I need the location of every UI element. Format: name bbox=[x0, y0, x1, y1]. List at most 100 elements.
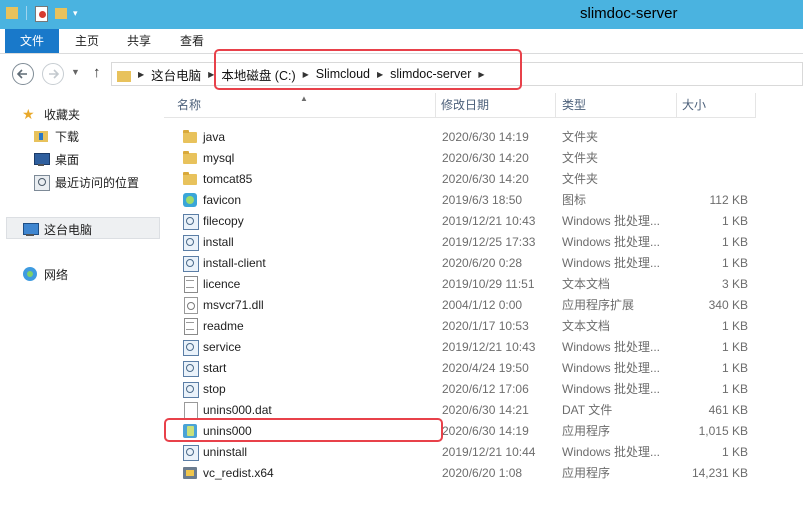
file-row[interactable]: filecopy 2019/12/21 10:43 Windows 批处理... 1 … bbox=[164, 210, 756, 231]
quick-access-toolbar: ▾ bbox=[4, 5, 89, 22]
file-date: 2020/6/30 14:19 bbox=[442, 129, 529, 144]
sidebar-item-recent-places[interactable]: 最近访问的位置 bbox=[33, 171, 139, 193]
row-highlight-box bbox=[164, 418, 443, 442]
file-name: mysql bbox=[203, 150, 235, 165]
image-icon bbox=[182, 192, 198, 208]
file-name: service bbox=[203, 339, 242, 354]
file-list: ▲ 名称 修改日期 类型 大小 java 2020/6/30 14:19 文件夹 my… bbox=[164, 93, 803, 513]
file-name: licence bbox=[203, 276, 241, 291]
file-name-cell: start bbox=[164, 360, 436, 377]
file-row[interactable]: unins000.dat 2020/6/30 14:21 DAT 文件 461 KB bbox=[164, 399, 756, 420]
text-document-icon bbox=[182, 317, 198, 335]
dll-file-icon bbox=[182, 296, 198, 314]
file-type: DAT 文件 bbox=[562, 403, 613, 417]
column-header-type[interactable]: 类型 bbox=[556, 93, 677, 118]
tab-file[interactable]: 文件 bbox=[5, 29, 59, 53]
file-name: stop bbox=[203, 381, 226, 396]
sidebar-item-network[interactable]: 网络 bbox=[22, 263, 68, 285]
batch-file-icon bbox=[182, 213, 199, 230]
new-folder-icon[interactable] bbox=[53, 5, 69, 21]
file-row[interactable]: readme 2020/1/17 10:53 文本文档 1 KB bbox=[164, 315, 756, 336]
forward-arrow-icon bbox=[49, 69, 60, 79]
file-size: 1 KB bbox=[721, 255, 748, 270]
file-row[interactable]: tomcat85 2020/6/30 14:20 文件夹 bbox=[164, 168, 756, 189]
column-header-date[interactable]: 修改日期 bbox=[436, 93, 556, 118]
file-size: 1 KB bbox=[721, 318, 748, 333]
file-date: 2020/1/17 10:53 bbox=[442, 318, 529, 333]
file-date: 2019/12/21 10:43 bbox=[442, 213, 536, 228]
column-header-row: ▲ 名称 修改日期 类型 大小 bbox=[164, 93, 756, 118]
file-name: install bbox=[203, 234, 234, 249]
file-type: 图标 bbox=[562, 193, 587, 207]
back-button[interactable] bbox=[12, 63, 34, 85]
file-date: 2019/10/29 11:51 bbox=[442, 276, 535, 291]
breadcrumb-chevron-icon[interactable]: ▶ bbox=[136, 70, 146, 79]
properties-icon[interactable] bbox=[33, 5, 49, 22]
folder-icon bbox=[182, 129, 198, 145]
tab-home[interactable]: 主页 bbox=[68, 29, 106, 53]
folder-icon bbox=[116, 68, 132, 82]
tab-share[interactable]: 共享 bbox=[119, 29, 159, 53]
file-size: 1 KB bbox=[721, 213, 748, 228]
file-date: 2020/6/30 14:20 bbox=[442, 150, 529, 165]
sidebar-item-label: 最近访问的位置 bbox=[55, 175, 140, 190]
file-name-cell: install bbox=[164, 234, 436, 251]
sidebar-item-this-pc[interactable]: 这台电脑 bbox=[22, 218, 92, 240]
file-date: 2019/6/3 18:50 bbox=[442, 192, 523, 207]
column-header-size[interactable]: 大小 bbox=[677, 93, 756, 118]
file-row[interactable]: mysql 2020/6/30 14:20 文件夹 bbox=[164, 147, 756, 168]
file-row[interactable]: msvcr71.dll 2004/1/12 0:00 应用程序扩展 340 KB bbox=[164, 294, 756, 315]
file-row[interactable]: java 2020/6/30 14:19 文件夹 bbox=[164, 126, 756, 147]
file-name-cell: java bbox=[164, 129, 436, 145]
file-type: 文本文档 bbox=[562, 319, 611, 333]
file-name: java bbox=[203, 129, 226, 144]
customize-toolbar-chevron-icon[interactable]: ▾ bbox=[73, 5, 89, 21]
file-name-cell: filecopy bbox=[164, 213, 436, 230]
favorites-item[interactable]: ★ 收藏夹 bbox=[22, 103, 80, 125]
file-name: vc_redist.x64 bbox=[203, 465, 274, 480]
window-title: slimdoc-server bbox=[580, 5, 678, 22]
file-size: 1 KB bbox=[721, 360, 748, 375]
file-name-cell: vc_redist.x64 bbox=[164, 465, 436, 481]
breadcrumb-this-pc[interactable]: 这台电脑 bbox=[146, 65, 206, 84]
file-name-cell: stop bbox=[164, 381, 436, 398]
file-date: 2020/6/20 1:08 bbox=[442, 465, 523, 480]
sidebar-item-desktop[interactable]: 桌面 bbox=[33, 148, 79, 170]
file-date: 2020/4/24 19:50 bbox=[442, 360, 529, 375]
file-date: 2020/6/20 0:28 bbox=[442, 255, 523, 270]
file-type: 应用程序 bbox=[562, 466, 611, 480]
file-row[interactable]: favicon 2019/6/3 18:50 图标 112 KB bbox=[164, 189, 756, 210]
recent-locations-chevron-icon[interactable]: ▼ bbox=[71, 67, 80, 77]
tab-view[interactable]: 查看 bbox=[172, 29, 212, 53]
file-date: 2020/6/30 14:19 bbox=[442, 423, 529, 438]
file-type: 文件夹 bbox=[562, 151, 599, 165]
forward-button[interactable] bbox=[42, 63, 64, 85]
file-name-cell: favicon bbox=[164, 192, 436, 208]
sidebar-item-label: 网络 bbox=[44, 267, 69, 282]
download-folder-icon bbox=[33, 128, 49, 144]
file-row[interactable]: uninstall 2019/12/21 10:44 Windows 批处理... 1… bbox=[164, 441, 756, 462]
computer-icon bbox=[22, 221, 39, 237]
installer-icon bbox=[182, 465, 198, 481]
file-name-cell: mysql bbox=[164, 150, 436, 166]
file-row[interactable]: vc_redist.x64 2020/6/20 1:08 应用程序 14,231 KB bbox=[164, 462, 756, 483]
file-row[interactable]: start 2020/4/24 19:50 Windows 批处理... 1 KB bbox=[164, 357, 756, 378]
column-header-name[interactable]: ▲ 名称 bbox=[164, 93, 436, 118]
file-row[interactable]: service 2019/12/21 10:43 Windows 批处理... 1 K… bbox=[164, 336, 756, 357]
file-size: 1 KB bbox=[721, 444, 748, 459]
batch-file-icon bbox=[182, 360, 199, 377]
text-document-icon bbox=[182, 275, 198, 293]
file-row[interactable]: stop 2020/6/12 17:06 Windows 批处理... 1 KB bbox=[164, 378, 756, 399]
sidebar-item-downloads[interactable]: 下载 bbox=[33, 125, 79, 147]
file-name-cell: uninstall bbox=[164, 444, 436, 461]
back-arrow-icon bbox=[16, 69, 27, 79]
file-row[interactable]: install 2019/12/25 17:33 Windows 批处理... 1 K… bbox=[164, 231, 756, 252]
sidebar-item-label: 下载 bbox=[55, 129, 80, 144]
address-highlight-box bbox=[214, 49, 522, 90]
up-arrow-icon[interactable]: ↑ bbox=[93, 64, 101, 81]
file-row[interactable]: install-client 2020/6/20 0:28 Windows 批处理.… bbox=[164, 252, 756, 273]
file-name: filecopy bbox=[203, 213, 244, 228]
folder-icon[interactable] bbox=[4, 5, 20, 21]
file-row[interactable]: licence 2019/10/29 11:51 文本文档 3 KB bbox=[164, 273, 756, 294]
file-name: msvcr71.dll bbox=[203, 297, 264, 312]
